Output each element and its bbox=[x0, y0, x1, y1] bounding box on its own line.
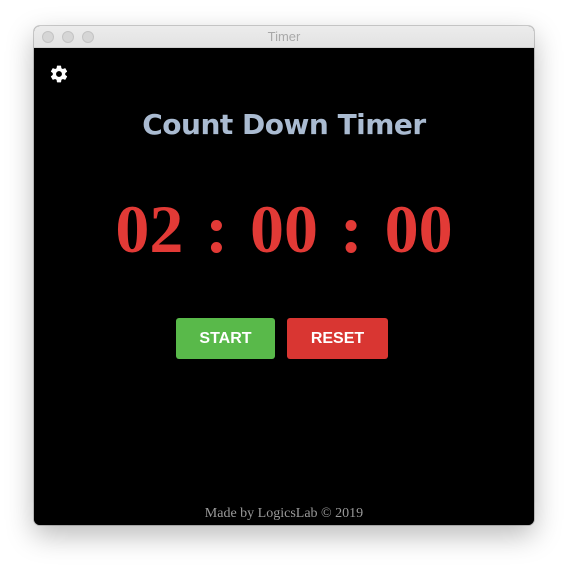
window-title: Timer bbox=[267, 29, 301, 44]
footer-credit: Made by LogicsLab © 2019 bbox=[204, 506, 364, 521]
app-window: Timer Count Down Timer 02:00:00 START RE… bbox=[34, 26, 534, 525]
countdown-display: 02:00:00 bbox=[34, 190, 534, 269]
time-separator: : bbox=[340, 191, 363, 267]
start-button[interactable]: START bbox=[176, 318, 275, 359]
app-content: Count Down Timer 02:00:00 START RESET Ma… bbox=[34, 48, 534, 525]
reset-button[interactable]: RESET bbox=[287, 318, 388, 359]
time-separator: : bbox=[205, 191, 228, 267]
title-bar[interactable]: Timer bbox=[34, 26, 534, 48]
minutes-value: 00 bbox=[250, 191, 318, 267]
gear-icon[interactable] bbox=[49, 64, 69, 84]
hours-value: 02 bbox=[115, 191, 184, 267]
app-title: Count Down Timer bbox=[142, 108, 426, 141]
seconds-value: 00 bbox=[384, 191, 453, 267]
